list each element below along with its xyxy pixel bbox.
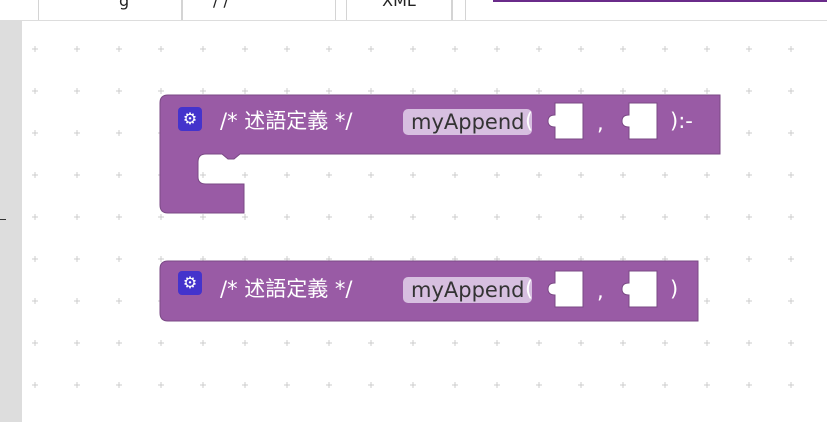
block-2-comment: /* 述語定義 */: [220, 277, 353, 301]
editor-tab-strip: g / / XML: [0, 0, 827, 21]
block-2-arg-slot-1[interactable]: [545, 270, 584, 308]
active-tab-indicator: [493, 0, 827, 2]
tab-xml[interactable]: XML: [346, 0, 452, 20]
tab-spacer: [452, 0, 466, 20]
gear-icon: ⚙: [182, 273, 198, 292]
puzzle-slot-icon: [547, 270, 584, 308]
workspace-grid: [32, 46, 794, 388]
block-1-settings-button[interactable]: ⚙: [178, 107, 202, 131]
puzzle-slot-icon: [547, 102, 584, 140]
block-2-separator: ,: [597, 279, 604, 303]
puzzle-slot-icon: [621, 270, 658, 308]
tab-blocks-label: g: [119, 0, 130, 10]
block-2-arg-slot-2[interactable]: [619, 270, 658, 308]
block-1-arg-slot-1[interactable]: [545, 102, 584, 140]
block-2-close: ): [670, 277, 679, 301]
block-2-settings-button[interactable]: ⚙: [178, 271, 202, 295]
gear-icon: ⚙: [182, 109, 198, 128]
tab-code-label: / /: [213, 0, 229, 10]
tab-xml-label: XML: [382, 0, 416, 10]
gutter-marker: [0, 219, 6, 220]
tab-blocks[interactable]: g: [38, 0, 182, 20]
left-gutter: [0, 21, 22, 422]
predicate-definition-block-1[interactable]: ⚙ /* 述語定義 */ myAppend ( , ):-: [159, 94, 722, 215]
blockly-workspace[interactable]: ⚙ /* 述語定義 */ myAppend ( , ):- ⚙ /* 述語定義 …: [22, 21, 827, 422]
puzzle-slot-icon: [621, 102, 658, 140]
block-1-name-field[interactable]: myAppend: [403, 109, 533, 135]
block-1-comment: /* 述語定義 */: [220, 109, 353, 133]
predicate-definition-block-2[interactable]: ⚙ /* 述語定義 */ myAppend ( , ): [159, 260, 700, 323]
block-1-open-paren: (: [525, 109, 534, 133]
tab-code[interactable]: / /: [182, 0, 336, 20]
block-2-open-paren: (: [525, 277, 534, 301]
block-1-separator: ,: [597, 111, 604, 135]
block-1-close: ):-: [670, 109, 693, 133]
block-1-arg-slot-2[interactable]: [619, 102, 658, 140]
block-2-name-field[interactable]: myAppend: [403, 277, 533, 303]
